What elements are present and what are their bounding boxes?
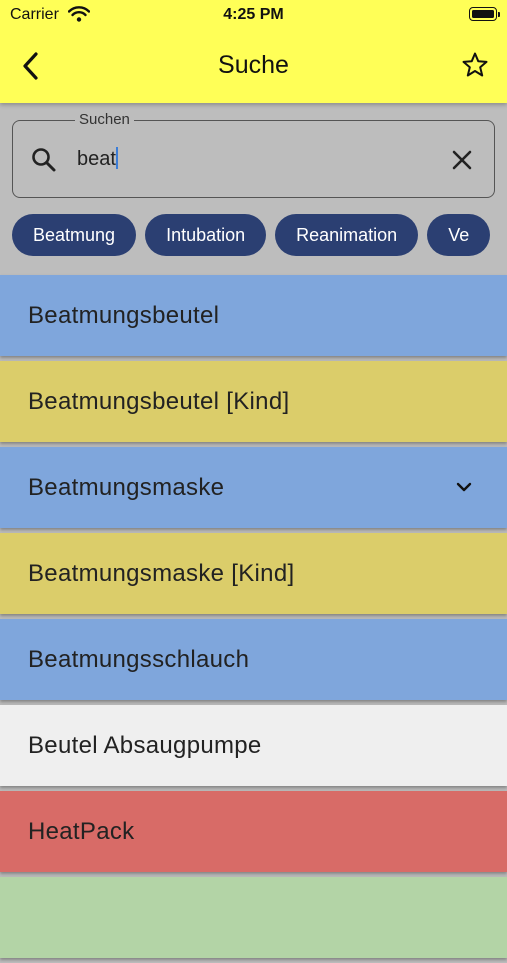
page-title: Suche <box>218 51 289 79</box>
text-caret <box>115 147 118 169</box>
chip-beatmung[interactable]: Beatmung <box>12 214 137 256</box>
search-input-text: beat <box>77 148 116 170</box>
results-list: Beatmungsbeutel Beatmungsbeutel [Kind] B… <box>0 275 507 963</box>
result-row[interactable]: Beutel Absaugpumpe <box>0 705 507 786</box>
favorite-star-icon[interactable] <box>461 51 489 79</box>
search-icon <box>32 148 56 172</box>
result-label: Beatmungsbeutel [Kind] <box>28 388 290 415</box>
search-field[interactable]: Suchen beat <box>12 111 495 198</box>
search-panel: Suchen beat Beatmung Intubation Reanimatio… <box>0 103 507 275</box>
chip-ve[interactable]: Ve <box>427 214 491 256</box>
category-chips: Beatmung Intubation Reanimation Ve <box>12 214 499 258</box>
result-label: Beatmungsmaske [Kind] <box>28 560 295 587</box>
app-bar: Carrier 4:25 PM Suche <box>0 0 507 103</box>
clear-icon[interactable] <box>450 148 474 172</box>
result-row[interactable]: Beatmungsbeutel [Kind] <box>0 361 507 442</box>
result-label: HeatPack <box>28 818 135 845</box>
result-row[interactable]: Beatmungsbeutel <box>0 275 507 356</box>
result-row[interactable]: Beatmungsmaske <box>0 447 507 528</box>
search-input[interactable]: beat <box>77 147 118 171</box>
chip-reanimation[interactable]: Reanimation <box>275 214 419 256</box>
chip-intubation[interactable]: Intubation <box>145 214 267 256</box>
result-row[interactable] <box>0 877 507 958</box>
status-time: 4:25 PM <box>223 6 284 23</box>
result-row[interactable]: Beatmungsschlauch <box>0 619 507 700</box>
chevron-down-icon[interactable] <box>453 476 475 498</box>
result-row[interactable]: Beatmungsmaske [Kind] <box>0 533 507 614</box>
status-bar: Carrier 4:25 PM <box>0 0 507 30</box>
battery-icon <box>469 7 500 21</box>
search-field-label: Suchen <box>75 111 134 128</box>
result-label: Beatmungsbeutel <box>28 302 220 329</box>
result-label: Beatmungsmaske <box>28 474 225 501</box>
result-label: Beatmungsschlauch <box>28 646 250 673</box>
result-label: Beutel Absaugpumpe <box>28 732 262 759</box>
result-row[interactable]: HeatPack <box>0 791 507 872</box>
